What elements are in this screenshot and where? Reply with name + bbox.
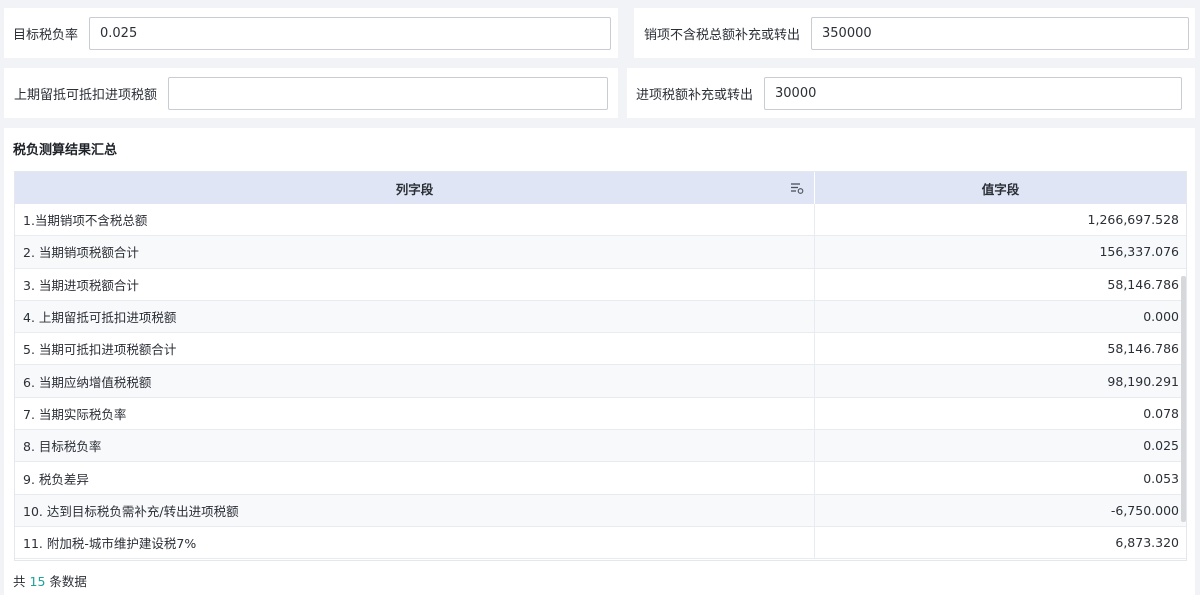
row-field-value: 0.000 [1143, 309, 1179, 325]
input-adjust-label: 进项税额补充或转出 [636, 87, 754, 103]
column-header-field-label: 列字段 [395, 181, 434, 197]
row-field-value: 156,337.076 [1099, 244, 1179, 260]
row-field-value: 98,190.291 [1107, 373, 1179, 389]
row-field-name: 3. 当期进项税额合计 [15, 268, 815, 300]
prior-credit-label: 上期留抵可抵扣进项税额 [14, 87, 158, 103]
table-row[interactable]: 8. 目标税负率 0.025 [15, 430, 1186, 463]
row-field-name: 4. 上期留抵可抵扣进项税额 [15, 300, 815, 333]
row-field-name: 11. 附加税-城市维护建设税7% [15, 526, 815, 559]
table-row[interactable]: 4. 上期留抵可抵扣进项税额 0.000 [15, 300, 1186, 334]
sort-icon[interactable] [790, 181, 804, 195]
table-row[interactable]: 5. 当期可抵扣进项税额合计 58,146.786 [15, 333, 1186, 366]
row-field-name: 1.当期销项不含税总额 [15, 204, 815, 236]
row-field-name: 7. 当期实际税负率 [15, 397, 815, 430]
row-field-name: 10. 达到目标税负需补充/转出进项税额 [15, 494, 815, 526]
output-adjust-card: 销项不含税总额补充或转出 350000 [634, 8, 1195, 58]
section-title: 税负测算结果汇总 [13, 143, 118, 158]
row-field-value: -6,750.000 [1110, 502, 1179, 518]
table-row[interactable]: 10. 达到目标税负需补充/转出进项税额 -6,750.000 [15, 494, 1186, 527]
table-body[interactable]: 1.当期销项不含税总额 1,266,697.528 2. 当期销项税额合计 156,3… [15, 204, 1186, 560]
row-field-name: 2. 当期销项税额合计 [15, 236, 815, 268]
table-header: 列字段 值字段 [15, 172, 1186, 204]
row-field-value: 0.078 [1143, 405, 1179, 421]
row-field-value: 1,266,697.528 [1087, 212, 1179, 228]
column-header-field[interactable]: 列字段 [15, 172, 815, 204]
summary-card: 税负测算结果汇总 列字段 值字段 1.当期销项不含税总额 1,266,697.52… [4, 128, 1195, 595]
input-adjust-card: 进项税额补充或转出 30000 [627, 68, 1195, 118]
row-field-name: 6. 当期应纳增值税税额 [15, 365, 815, 397]
output-adjust-label: 销项不含税总额补充或转出 [644, 27, 801, 43]
row-field-value: 58,146.786 [1107, 341, 1179, 357]
column-header-value[interactable]: 值字段 [815, 172, 1186, 204]
target-rate-label: 目标税负率 [13, 27, 79, 43]
row-field-name: 5. 当期可抵扣进项税额合计 [15, 333, 815, 365]
summary-table: 列字段 值字段 1.当期销项不含税总额 1,266,697.528 2. 当期销项税… [14, 171, 1187, 561]
footer-prefix: 共 [13, 574, 26, 589]
table-row[interactable]: 2. 当期销项税额合计 156,337.076 [15, 236, 1186, 269]
table-scrollbar[interactable] [1181, 276, 1186, 522]
table-row[interactable]: 7. 当期实际税负率 0.078 [15, 397, 1186, 431]
footer-suffix: 条数据 [49, 574, 87, 589]
row-field-name: 9. 税负差异 [15, 462, 815, 494]
table-row[interactable]: 6. 当期应纳增值税税额 98,190.291 [15, 365, 1186, 398]
row-field-name: 8. 目标税负率 [15, 430, 815, 462]
row-field-value: 0.053 [1143, 470, 1179, 486]
prior-credit-input[interactable] [168, 76, 608, 110]
table-row[interactable]: 1.当期销项不含税总额 1,266,697.528 [15, 204, 1186, 237]
footer-count: 15 [29, 574, 46, 589]
target-rate-input[interactable]: 0.025 [89, 16, 611, 50]
row-field-value: 6,873.320 [1115, 535, 1179, 551]
target-rate-card: 目标税负率 0.025 [4, 8, 618, 58]
prior-credit-card: 上期留抵可抵扣进项税额 [4, 68, 618, 118]
input-adjust-input[interactable]: 30000 [764, 76, 1182, 110]
table-row[interactable]: 3. 当期进项税额合计 58,146.786 [15, 268, 1186, 301]
output-adjust-input[interactable]: 350000 [811, 16, 1189, 50]
row-field-value: 58,146.786 [1107, 276, 1179, 292]
row-field-value: 0.025 [1143, 438, 1179, 454]
table-row[interactable]: 11. 附加税-城市维护建设税7% 6,873.320 [15, 526, 1186, 560]
table-footer: 共 15 条数据 [13, 571, 87, 590]
table-row[interactable]: 9. 税负差异 0.053 [15, 462, 1186, 495]
column-header-value-label: 值字段 [981, 181, 1020, 197]
